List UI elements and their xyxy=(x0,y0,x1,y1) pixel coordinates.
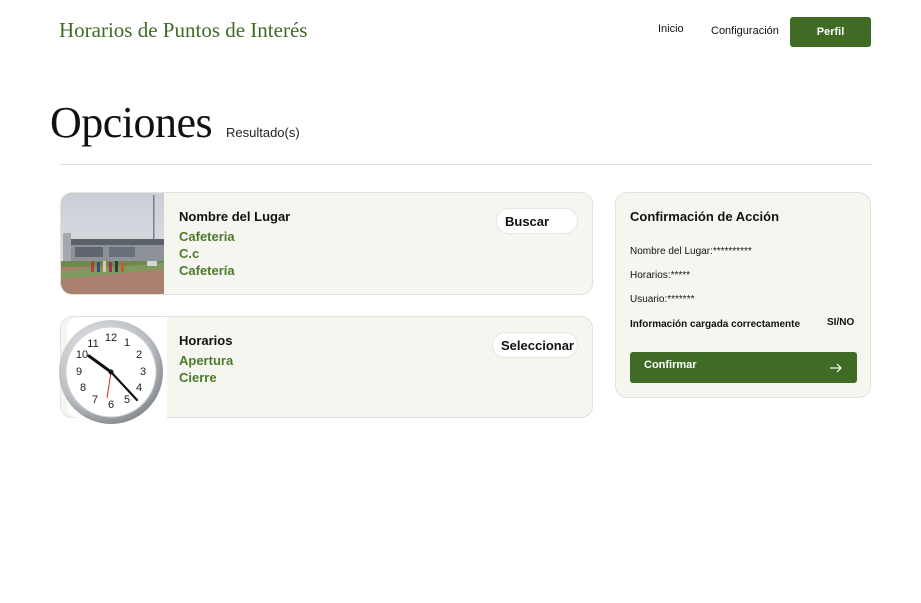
svg-text:9: 9 xyxy=(76,366,82,378)
svg-text:12: 12 xyxy=(105,332,117,344)
nav-link-configuracion[interactable]: Configuración xyxy=(711,25,779,37)
buscar-button[interactable]: Buscar xyxy=(496,208,578,234)
confirmation-panel: Confirmación de Acción Nombre del Lugar:… xyxy=(615,192,871,398)
svg-text:2: 2 xyxy=(136,349,142,361)
svg-text:6: 6 xyxy=(108,399,114,411)
clock-icon: 12 1 2 3 4 5 6 7 8 9 10 11 xyxy=(59,320,163,424)
confirm-usuario: Usuario:******* xyxy=(630,294,695,305)
confirm-si-no: SI/NO xyxy=(827,317,855,328)
svg-text:8: 8 xyxy=(80,382,86,394)
page-title: Opciones xyxy=(50,98,213,147)
confirmation-title: Confirmación de Acción xyxy=(630,209,780,224)
lugar-line-3: Cafetería xyxy=(179,263,235,278)
horarios-heading: Horarios xyxy=(179,333,233,348)
lugar-line-2: C.c xyxy=(179,246,200,261)
campus-building-photo xyxy=(61,193,164,294)
confirm-status: Información cargada correctamente xyxy=(630,319,801,330)
svg-text:3: 3 xyxy=(140,366,146,378)
page-subtitle: Resultado(s) xyxy=(226,125,300,140)
confirmar-button[interactable]: Confirmar xyxy=(630,352,857,383)
horarios-line-apertura: Apertura xyxy=(179,353,234,368)
nav-link-inicio[interactable]: Inicio xyxy=(658,23,684,35)
confirm-lugar: Nombre del Lugar:********** xyxy=(630,246,752,257)
svg-text:10: 10 xyxy=(76,349,88,361)
lugar-line-1: Cafeteria xyxy=(179,229,235,244)
horarios-card: 12 1 2 3 4 5 6 7 8 9 10 11 Horarios Aper… xyxy=(59,316,593,424)
confirmar-label: Confirmar xyxy=(644,359,697,371)
app-title: Horarios de Puntos de Interés xyxy=(59,18,308,42)
lugar-heading: Nombre del Lugar xyxy=(179,209,291,224)
lugar-card: Nombre del Lugar Cafeteria C.c Cafetería… xyxy=(60,192,593,295)
svg-text:1: 1 xyxy=(124,337,130,349)
svg-text:5: 5 xyxy=(124,394,130,406)
arrow-right-icon xyxy=(830,363,842,373)
divider xyxy=(59,164,872,165)
svg-text:4: 4 xyxy=(136,382,142,394)
horarios-line-cierre: Cierre xyxy=(179,370,217,385)
svg-text:11: 11 xyxy=(87,338,98,350)
seleccionar-button[interactable]: Seleccionar xyxy=(492,332,578,358)
svg-text:7: 7 xyxy=(92,394,98,406)
perfil-button[interactable]: Perfil xyxy=(790,17,871,47)
confirm-horarios: Horarios:***** xyxy=(630,270,691,281)
